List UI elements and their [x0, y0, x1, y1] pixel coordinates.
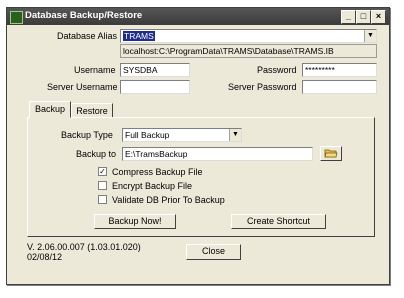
- server-username-field[interactable]: [120, 80, 190, 94]
- validate-checkbox[interactable]: [98, 195, 107, 204]
- tab-restore[interactable]: Restore: [71, 103, 113, 118]
- compress-label: Compress Backup File: [112, 167, 203, 177]
- chevron-down-icon[interactable]: ▼: [229, 129, 241, 141]
- window-title: Database Backup/Restore: [25, 10, 143, 21]
- server-password-label: Server Password: [228, 82, 297, 92]
- backup-type-label: Backup Type: [61, 130, 113, 140]
- alias-value: TRAMS: [123, 31, 155, 41]
- database-app-icon: [10, 11, 23, 24]
- backup-panel: Backup Type Full Backup ▼ Backup to E:\T…: [27, 117, 375, 237]
- database-alias-label: Database Alias: [57, 31, 118, 41]
- username-field[interactable]: SYSDBA: [120, 63, 190, 77]
- create-shortcut-button[interactable]: Create Shortcut: [231, 214, 326, 229]
- password-field[interactable]: *********: [302, 63, 377, 77]
- backup-restore-window: Database Backup/Restore _ □ × Database A…: [6, 7, 390, 285]
- database-alias-combo[interactable]: TRAMS ▼: [120, 29, 377, 43]
- folder-open-icon: [324, 149, 338, 158]
- database-path-display: localhost:C:\ProgramData\TRAMS\Database\…: [120, 44, 377, 58]
- server-password-field[interactable]: [302, 80, 377, 94]
- tab-backup[interactable]: Backup: [29, 101, 71, 118]
- server-username-label: Server Username: [47, 82, 118, 92]
- backup-path-field[interactable]: E:\TramsBackup: [122, 147, 313, 161]
- close-button[interactable]: Close: [186, 244, 241, 260]
- check-icon: ✓: [99, 167, 106, 176]
- backup-now-button[interactable]: Backup Now!: [94, 214, 176, 229]
- title-bar[interactable]: Database Backup/Restore _ □ ×: [7, 8, 389, 25]
- close-window-button[interactable]: ×: [371, 10, 386, 24]
- username-label: Username: [74, 65, 116, 75]
- validate-label: Validate DB Prior To Backup: [112, 195, 225, 205]
- minimize-button[interactable]: _: [341, 10, 356, 24]
- encrypt-label: Encrypt Backup File: [112, 181, 193, 191]
- password-label: Password: [257, 65, 297, 75]
- backup-type-value: Full Backup: [125, 130, 170, 140]
- encrypt-checkbox[interactable]: [98, 181, 107, 190]
- maximize-button[interactable]: □: [356, 10, 371, 24]
- chevron-down-icon[interactable]: ▼: [364, 30, 376, 42]
- backup-type-select[interactable]: Full Backup ▼: [122, 128, 242, 142]
- version-text: V. 2.06.00.007 (1.03.01.020): [27, 242, 141, 252]
- backup-to-label: Backup to: [76, 149, 117, 159]
- browse-folder-button[interactable]: [320, 146, 342, 161]
- compress-checkbox[interactable]: ✓: [98, 167, 107, 176]
- build-date-text: 02/08/12: [27, 252, 63, 262]
